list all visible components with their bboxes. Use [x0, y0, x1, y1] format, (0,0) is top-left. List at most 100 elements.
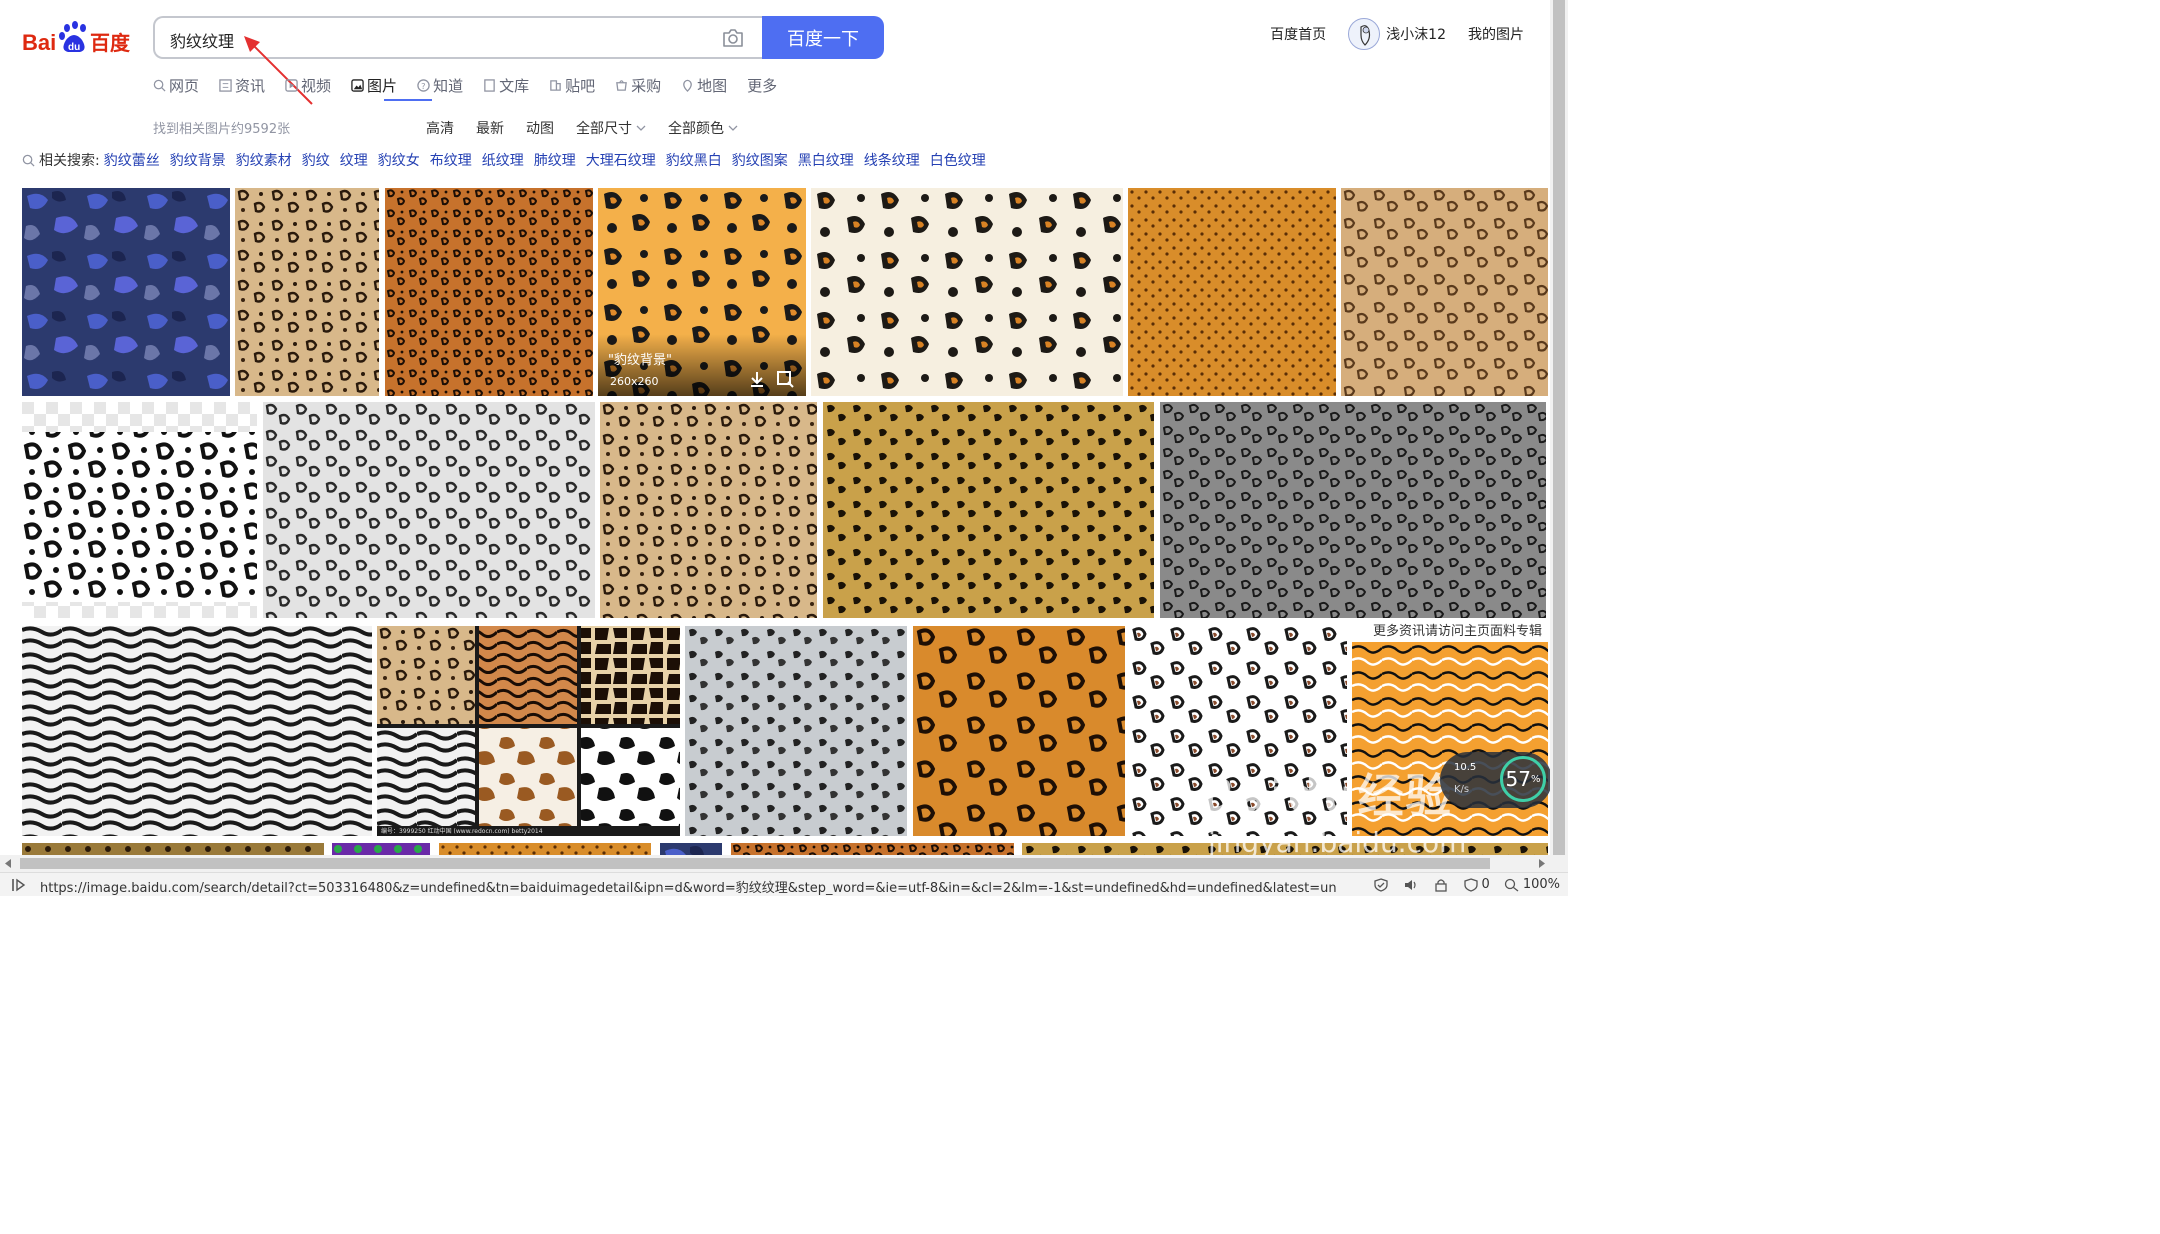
- related-tag[interactable]: 豹纹素材: [236, 150, 292, 170]
- search-query[interactable]: 豹纹纹理: [170, 28, 234, 52]
- related-tag[interactable]: 纸纹理: [482, 150, 524, 170]
- scroll-thumb[interactable]: [1553, 0, 1565, 855]
- hover-overlay: "豹纹背景" 260x260: [598, 334, 806, 396]
- username-link[interactable]: 浅小沫12: [1386, 24, 1446, 44]
- image-result[interactable]: [600, 402, 817, 618]
- related-label: 相关搜索:: [39, 153, 100, 169]
- related-tag[interactable]: 大理石纹理: [586, 150, 656, 170]
- horizontal-scrollbar[interactable]: [0, 855, 1550, 872]
- watermark: Baidu经验: [1200, 769, 1454, 823]
- zoom-icon: [1504, 878, 1519, 892]
- image-result[interactable]: [1341, 188, 1548, 396]
- tab-zhidao[interactable]: ? 知道: [417, 74, 463, 96]
- related-tag[interactable]: 豹纹黑白: [666, 150, 722, 170]
- zoom-level[interactable]: 100%: [1504, 877, 1560, 892]
- svg-text:du: du: [68, 42, 80, 53]
- sidebar-toggle-icon[interactable]: [10, 878, 26, 892]
- result-count: 找到相关图片约9592张: [153, 122, 291, 137]
- vertical-scrollbar[interactable]: [1550, 0, 1568, 872]
- image-result[interactable]: [385, 188, 593, 396]
- related-tag[interactable]: 豹纹背景: [170, 150, 226, 170]
- my-images-link[interactable]: 我的图片: [1468, 24, 1524, 44]
- tab-images[interactable]: 图片: [351, 74, 397, 96]
- related-tag[interactable]: 纹理: [340, 150, 368, 170]
- download-icon[interactable]: [748, 370, 766, 388]
- user-bar: 百度首页 浅小沫12 我的图片: [1248, 18, 1524, 50]
- status-url: https://image.baidu.com/search/detail?ct…: [40, 881, 1336, 896]
- svg-text:?: ?: [421, 81, 425, 91]
- image-result[interactable]: [685, 626, 907, 836]
- speed-value: 10.5: [1454, 762, 1477, 773]
- news-icon: [219, 78, 232, 92]
- shield-check-icon[interactable]: [1373, 877, 1389, 892]
- related-searches: 相关搜索: 豹纹蕾丝 豹纹背景 豹纹素材 豹纹 纹理 豹纹女 布纹理 纸纹理 肺…: [22, 150, 996, 170]
- tab-caigou[interactable]: 采购: [615, 74, 661, 96]
- chevron-down-icon: [636, 125, 646, 131]
- image-result-hovered[interactable]: "豹纹背景" 260x260: [598, 188, 806, 396]
- related-tag[interactable]: 肺纹理: [534, 150, 576, 170]
- tab-news[interactable]: 资讯: [219, 74, 265, 96]
- image-result[interactable]: [22, 843, 324, 855]
- image-result[interactable]: [811, 188, 1123, 396]
- question-icon: ?: [417, 78, 430, 92]
- doc-icon: [484, 78, 495, 92]
- tab-video[interactable]: 视频: [285, 74, 331, 96]
- more-info-caption: 更多资讯请访问主页面料专辑: [1352, 622, 1548, 642]
- adblock-icon: [1463, 877, 1478, 892]
- adblock-counter[interactable]: 0: [1463, 877, 1490, 892]
- svg-text:百度: 百度: [90, 31, 131, 55]
- related-tag[interactable]: 黑白纹理: [798, 150, 854, 170]
- lock-icon[interactable]: [1433, 878, 1449, 892]
- related-tag[interactable]: 豹纹图案: [732, 150, 788, 170]
- related-tag[interactable]: 布纹理: [430, 150, 472, 170]
- search-icon: [153, 79, 166, 92]
- image-result[interactable]: [1128, 188, 1336, 396]
- image-result[interactable]: [823, 402, 1154, 618]
- network-speed-widget[interactable]: 10.5 K/s 57%: [1440, 752, 1552, 808]
- zoom-icon[interactable]: [776, 370, 794, 388]
- related-tag[interactable]: 豹纹: [302, 150, 330, 170]
- image-result[interactable]: [660, 843, 722, 855]
- filter-size[interactable]: 全部尺寸: [576, 118, 646, 138]
- image-result[interactable]: [1160, 402, 1546, 618]
- scroll-left-icon[interactable]: [4, 859, 12, 868]
- image-result[interactable]: [913, 626, 1125, 836]
- status-bar: https://image.baidu.com/search/detail?ct…: [0, 872, 1568, 896]
- related-tag[interactable]: 豹纹女: [378, 150, 420, 170]
- search-nav: 网页 资讯 视频 图片 ? 知道 文库 贴吧 采购 地图 更多: [153, 74, 797, 96]
- image-result[interactable]: [439, 843, 651, 855]
- tab-web[interactable]: 网页: [153, 74, 199, 96]
- image-result-collage[interactable]: 编号：3999250 红动中国 (www.redocn.com) betty20…: [377, 626, 680, 836]
- image-result[interactable]: [263, 402, 595, 618]
- filter-latest[interactable]: 最新: [476, 118, 504, 138]
- image-result[interactable]: [22, 188, 230, 396]
- hover-title: "豹纹背景": [608, 353, 672, 368]
- image-result[interactable]: [235, 188, 379, 396]
- scroll-thumb[interactable]: [20, 858, 1490, 869]
- filter-color[interactable]: 全部颜色: [668, 118, 738, 138]
- baidu-logo[interactable]: Bai du 百度: [22, 20, 134, 58]
- tab-tieba[interactable]: 贴吧: [549, 74, 595, 96]
- speed-unit: K/s: [1454, 784, 1470, 795]
- related-tag[interactable]: 豹纹蕾丝: [104, 150, 160, 170]
- tab-wenku[interactable]: 文库: [483, 74, 529, 96]
- filter-hd[interactable]: 高清: [426, 118, 454, 138]
- image-result[interactable]: [22, 626, 372, 836]
- image-result[interactable]: [22, 402, 257, 618]
- tab-map[interactable]: 地图: [681, 74, 727, 96]
- tieba-icon: [550, 79, 561, 91]
- status-tray: 0 100%: [1373, 877, 1560, 892]
- image-result[interactable]: [731, 843, 1014, 855]
- camera-icon[interactable]: [721, 27, 745, 49]
- home-link[interactable]: 百度首页: [1270, 24, 1326, 44]
- scroll-right-icon[interactable]: [1538, 859, 1546, 868]
- image-result[interactable]: [332, 843, 430, 855]
- search-button[interactable]: 百度一下: [762, 16, 884, 59]
- cart-icon: [616, 79, 627, 91]
- avatar[interactable]: [1348, 18, 1381, 50]
- tab-more[interactable]: 更多: [747, 74, 777, 96]
- volume-icon[interactable]: [1403, 878, 1419, 892]
- filter-animated[interactable]: 动图: [526, 118, 554, 138]
- related-tag[interactable]: 白色纹理: [930, 150, 986, 170]
- related-tag[interactable]: 线条纹理: [864, 150, 920, 170]
